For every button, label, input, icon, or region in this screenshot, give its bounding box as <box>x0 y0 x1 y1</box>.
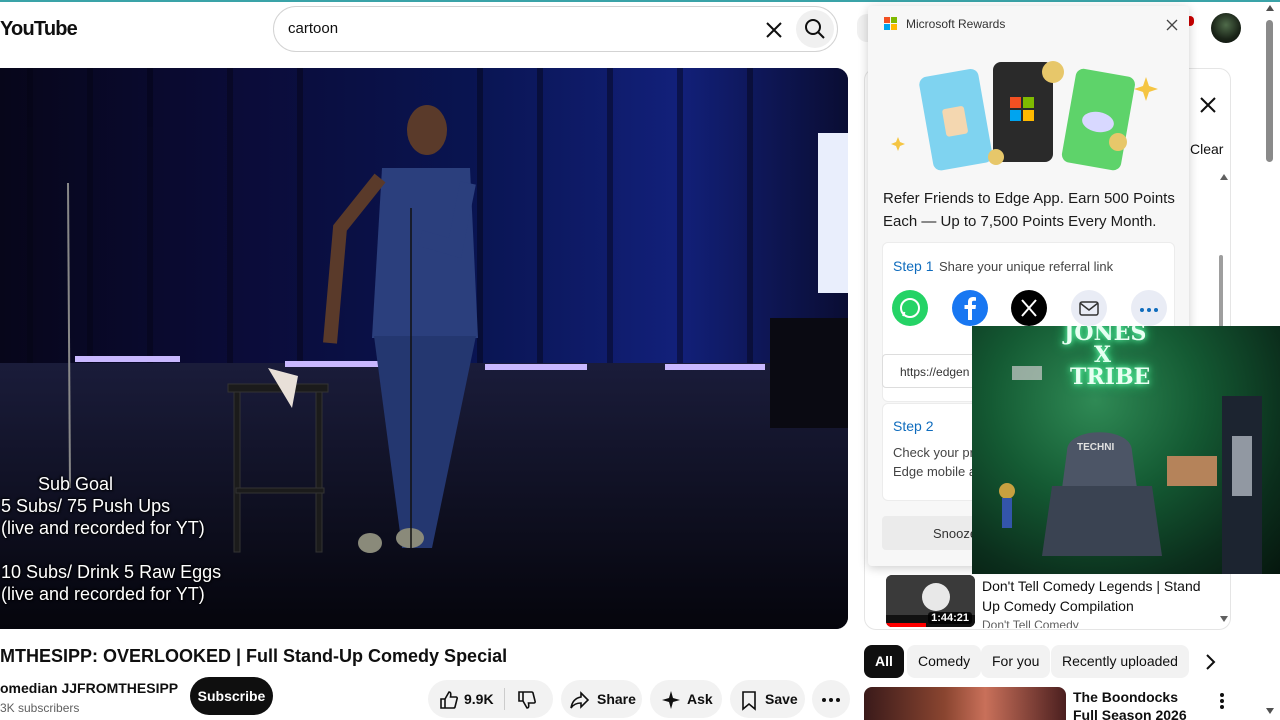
subscribe-button[interactable]: Subscribe <box>190 677 273 715</box>
current-item-thumbnail[interactable]: 1:44:21 <box>886 575 975 627</box>
clear-search-icon[interactable] <box>760 16 788 44</box>
more-horizontal-icon <box>822 698 840 702</box>
ask-label: Ask <box>687 691 713 707</box>
share-button[interactable]: Share <box>561 680 642 718</box>
share-icon <box>570 691 590 709</box>
rewards-title: Microsoft Rewards <box>906 17 1006 31</box>
step2-text-2: Edge mobile a <box>893 464 977 479</box>
overlay-line: 10 Subs/ Drink 5 Raw Eggs <box>1 562 222 582</box>
step1-label: Step 1 <box>893 258 934 274</box>
sparkle-icon <box>662 691 680 709</box>
rewards-headline: Refer Friends to Edge App. Earn 500 Poin… <box>883 190 1175 230</box>
step2-text: Check your pr <box>893 445 974 460</box>
search-box[interactable]: cartoon <box>273 6 838 52</box>
x-twitter-icon[interactable] <box>1011 290 1047 326</box>
like-divider <box>504 688 505 710</box>
step2-label: Step 2 <box>893 418 934 434</box>
more-share-icon[interactable] <box>1131 290 1167 326</box>
email-icon[interactable] <box>1071 290 1107 326</box>
panel-scrollbar[interactable] <box>1219 255 1223 330</box>
avatar[interactable] <box>1211 13 1241 43</box>
current-item-channel: Don't Tell Comedy <box>982 618 1079 628</box>
thumbs-up-icon[interactable] <box>438 689 460 711</box>
recommended-thumbnail[interactable] <box>864 687 1066 720</box>
like-count[interactable]: 9.9K <box>464 680 494 718</box>
app-window: YouTube cartoon Sub Goal 5 Subs/ 75 Push… <box>0 0 1280 720</box>
thumbs-down-icon[interactable] <box>516 689 538 711</box>
overlay-line: 5 Subs/ 75 Push Ups <box>1 496 171 516</box>
duration-badge: 1:44:21 <box>928 612 972 624</box>
scroll-up-icon[interactable] <box>1266 5 1274 11</box>
webcam-overlay: JONES X TRIBE TECHNI <box>972 326 1280 574</box>
overlay-line: (live and recorded for YT) <box>1 584 205 604</box>
bookmark-icon <box>742 691 756 711</box>
step1-text: Share your unique referral link <box>939 259 1114 274</box>
chevron-right-icon[interactable] <box>1202 653 1218 671</box>
page-scrollbar[interactable] <box>1266 20 1273 162</box>
gift-cards-illustration <box>891 61 1158 171</box>
subscriber-count: 3K subscribers <box>0 701 80 715</box>
video-frame <box>0 68 848 629</box>
sub-goal-heading: Sub Goal <box>38 474 114 494</box>
chip-comedy[interactable]: Comedy <box>907 645 982 678</box>
more-vertical-icon[interactable] <box>1216 691 1228 711</box>
scroll-down-icon[interactable] <box>1266 708 1274 714</box>
neon-sign-line: TRIBE <box>1070 364 1151 390</box>
panel-close-icon[interactable] <box>1196 93 1220 117</box>
video-player[interactable]: Sub Goal 5 Subs/ 75 Push Ups (live and r… <box>0 68 848 629</box>
save-button[interactable]: Save <box>730 680 805 718</box>
recommended-title[interactable]: The Boondocks Full Season 2026 Full <box>1073 688 1203 720</box>
search-button[interactable] <box>796 10 834 48</box>
microsoft-logo-icon <box>884 17 897 30</box>
overlay-line: (live and recorded for YT) <box>1 518 205 538</box>
search-input[interactable]: cartoon <box>288 20 338 37</box>
share-label: Share <box>597 691 636 707</box>
ask-button[interactable]: Ask <box>650 680 722 718</box>
panel-scroll-down-icon[interactable] <box>1220 616 1228 622</box>
video-title: MTHESIPP: OVERLOOKED | Full Stand-Up Com… <box>0 646 508 666</box>
chip-for-you[interactable]: For you <box>981 645 1051 678</box>
more-actions-button[interactable] <box>812 680 850 718</box>
chair-brand-text: TECHNI <box>1077 442 1115 453</box>
save-label: Save <box>765 691 798 707</box>
like-dislike-group: 9.9K <box>428 680 553 718</box>
panel-clear-button[interactable]: Clear <box>1190 141 1223 157</box>
whatsapp-icon[interactable] <box>892 290 928 326</box>
close-icon[interactable] <box>1166 18 1178 31</box>
current-item-title[interactable]: Don't Tell Comedy Legends | Stand Up Com… <box>982 576 1207 616</box>
panel-scroll-up-icon[interactable] <box>1220 174 1228 180</box>
chip-recently-uploaded[interactable]: Recently uploaded <box>1051 645 1189 678</box>
facebook-icon[interactable] <box>952 290 988 326</box>
youtube-logo[interactable]: YouTube <box>0 18 78 41</box>
browser-accent-line <box>0 0 1280 2</box>
search-icon <box>805 19 825 39</box>
channel-name[interactable]: omedian JJFROMTHESIPP <box>0 680 178 696</box>
chip-all[interactable]: All <box>864 645 904 678</box>
